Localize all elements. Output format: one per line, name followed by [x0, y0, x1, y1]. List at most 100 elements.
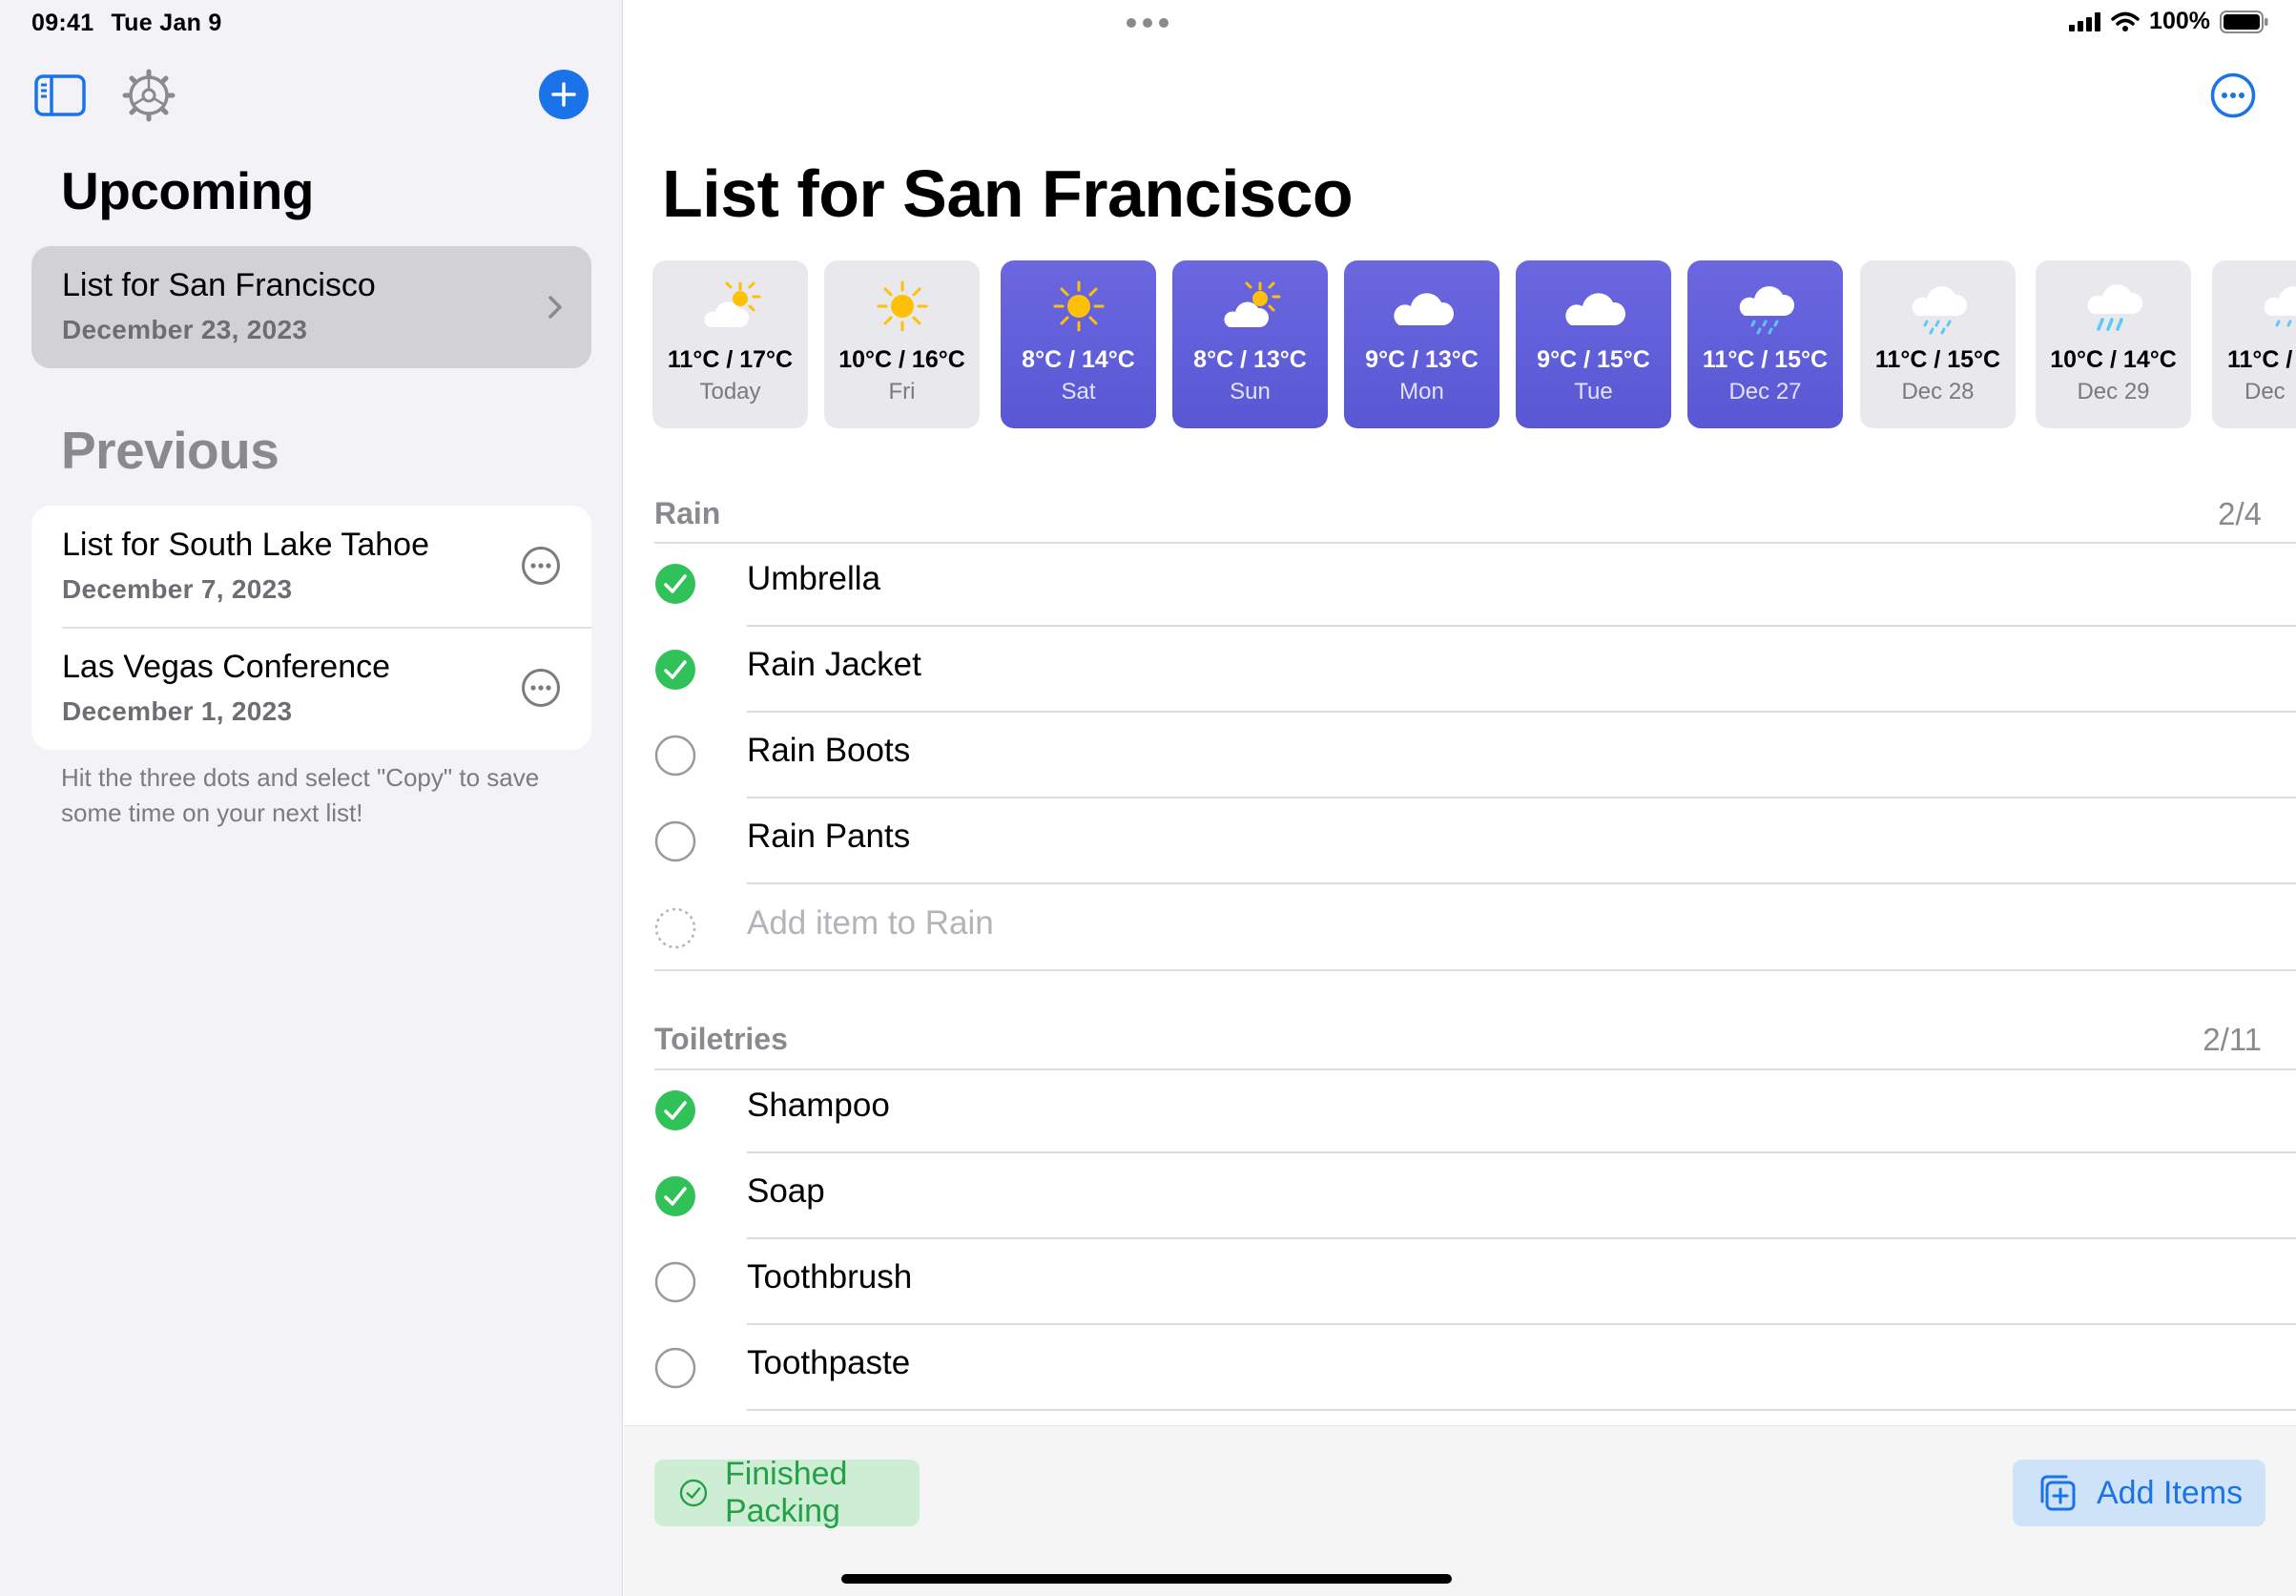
list-item[interactable]: Toothpaste	[654, 1325, 2296, 1411]
battery-icon	[2220, 10, 2268, 33]
list-item-date: December 23, 2023	[62, 315, 308, 344]
item-label: Soap	[747, 1172, 825, 1210]
forecast-label: Fri	[888, 379, 916, 404]
forecast-temp: 11°C / 15°C	[1702, 346, 1829, 373]
checked-circle-icon[interactable]	[654, 563, 696, 605]
more-options-icon[interactable]	[521, 668, 561, 708]
item-label: Rain Jacket	[747, 646, 921, 683]
forecast-temp: 8°C / 14°C	[1022, 346, 1135, 373]
divider	[747, 882, 2296, 884]
cloud-rain-icon	[2087, 284, 2143, 331]
forecast-label: Sun	[1230, 379, 1271, 404]
add-items-label: Add Items	[2097, 1474, 2244, 1511]
forecast-label: Tue	[1574, 379, 1613, 404]
forecast-day: 11°C / 17°C Today	[652, 260, 808, 428]
forecast-day: 9°C / 13°C Mon	[1344, 260, 1500, 428]
section-title: Toiletries	[654, 1022, 788, 1056]
checked-circle-icon[interactable]	[654, 1175, 696, 1217]
cloud-drizzle-icon	[2264, 286, 2296, 327]
forecast-day: 11°C / 15°C Dec 28	[1860, 260, 2016, 428]
sidebar-hint: Hit the three dots and select "Copy" to …	[61, 763, 540, 827]
forecast-day: 8°C / 14°C Sat	[1001, 260, 1156, 428]
wifi-icon	[2111, 11, 2140, 31]
forecast-temp: 11°C /	[2227, 346, 2293, 373]
battery-percent: 100%	[2149, 8, 2210, 34]
item-label: Rain Pants	[747, 818, 911, 855]
status-indicators: 100%	[2069, 8, 2269, 35]
forecast-label: Sat	[1061, 379, 1096, 404]
upcoming-title: Upcoming	[61, 161, 314, 220]
section-title: Rain	[654, 496, 721, 530]
partly-sunny-icon	[1224, 281, 1281, 327]
forecast-day: 9°C / 15°C Tue	[1516, 260, 1671, 428]
sidebar: 09:41 Tue Jan 9 Upcoming List for San Fr…	[0, 0, 623, 1596]
item-label: Shampoo	[747, 1087, 890, 1124]
dashed-circle-icon	[654, 907, 696, 949]
forecast-temp: 9°C / 15°C	[1537, 346, 1650, 373]
list-item-date: December 7, 2023	[62, 574, 293, 604]
status-time: 09:41 Tue Jan 9	[31, 10, 222, 37]
add-items-button[interactable]: Add Items	[2013, 1460, 2265, 1526]
list-item-date: December 1, 2023	[62, 696, 293, 726]
section-header-toiletries: Toiletries 2/11	[654, 1022, 2296, 1060]
cloud-icon	[1394, 293, 1455, 325]
multitasking-dots-icon[interactable]	[1126, 17, 1169, 29]
sun-icon	[877, 280, 928, 332]
cloud-drizzle-icon	[1912, 286, 1968, 335]
list-item[interactable]: Rain Pants	[654, 798, 2296, 884]
section-count: 2/11	[2203, 1022, 2262, 1057]
more-options-icon[interactable]	[521, 546, 561, 586]
unchecked-circle-icon[interactable]	[654, 1261, 696, 1303]
forecast-day: 11°C / Dec	[2212, 260, 2296, 428]
home-indicator[interactable]	[841, 1574, 1452, 1584]
add-item-row[interactable]: Add item to Rain	[654, 885, 2296, 971]
forecast-temp: 11°C / 17°C	[667, 346, 794, 373]
finished-packing-button[interactable]: Finished Packing	[654, 1456, 920, 1529]
add-list-button[interactable]	[539, 70, 589, 119]
list-item[interactable]: Rain Jacket	[654, 627, 2296, 713]
forecast-label: Dec 28	[1901, 379, 1975, 404]
list-item-title: List for San Francisco	[62, 267, 376, 303]
checked-circle-icon[interactable]	[654, 1089, 696, 1131]
plus-icon	[551, 82, 576, 107]
page-title: List for San Francisco	[662, 156, 1354, 231]
list-item[interactable]: Soap	[654, 1153, 2296, 1239]
weather-forecast: 11°C / 17°C Today 10°C / 16°C Fri 8°C / …	[652, 260, 2296, 428]
upcoming-list-item[interactable]: List for San Francisco December 23, 2023	[31, 246, 591, 368]
previous-list-item[interactable]: Las Vegas Conference December 1, 2023	[31, 628, 591, 750]
forecast-day: 10°C / 16°C Fri	[824, 260, 980, 428]
forecast-temp: 10°C / 14°C	[2050, 346, 2177, 373]
unchecked-circle-icon[interactable]	[654, 1347, 696, 1389]
unchecked-circle-icon[interactable]	[654, 820, 696, 862]
forecast-label: Dec 27	[1728, 379, 1802, 404]
previous-lists: List for South Lake Tahoe December 7, 20…	[31, 506, 591, 750]
previous-list-item[interactable]: List for South Lake Tahoe December 7, 20…	[31, 506, 591, 629]
partly-sunny-icon	[704, 281, 761, 327]
add-item-input[interactable]: Add item to Rain	[747, 904, 994, 943]
sun-icon	[1053, 280, 1105, 332]
list-item[interactable]: Toothbrush	[654, 1239, 2296, 1325]
divider	[747, 1409, 2296, 1411]
cellular-signal-icon	[2069, 11, 2101, 31]
list-item-title: Las Vegas Conference	[62, 649, 391, 685]
add-stack-icon	[2040, 1475, 2076, 1511]
more-options-button[interactable]	[2210, 73, 2256, 118]
item-label: Umbrella	[747, 560, 881, 597]
forecast-label: Mon	[1399, 379, 1444, 404]
list-item[interactable]: Shampoo	[654, 1067, 2296, 1153]
bottom-toolbar: Finished Packing Add Items	[624, 1425, 2296, 1596]
status-clock: 09:41	[31, 10, 94, 36]
item-label: Rain Boots	[747, 732, 911, 769]
item-label: Toothbrush	[747, 1258, 913, 1295]
unchecked-circle-icon[interactable]	[654, 735, 696, 777]
list-item[interactable]: Umbrella	[654, 541, 2296, 627]
divider	[654, 969, 2296, 971]
list-item[interactable]: Rain Boots	[654, 713, 2296, 798]
checked-circle-icon[interactable]	[654, 649, 696, 691]
chevron-right-icon	[548, 296, 562, 319]
forecast-day: 11°C / 15°C Dec 27	[1687, 260, 1843, 428]
gear-icon[interactable]	[122, 69, 176, 122]
item-label: Toothpaste	[747, 1344, 911, 1381]
sidebar-toggle-icon[interactable]	[34, 74, 86, 116]
forecast-temp: 10°C / 16°C	[838, 346, 965, 373]
